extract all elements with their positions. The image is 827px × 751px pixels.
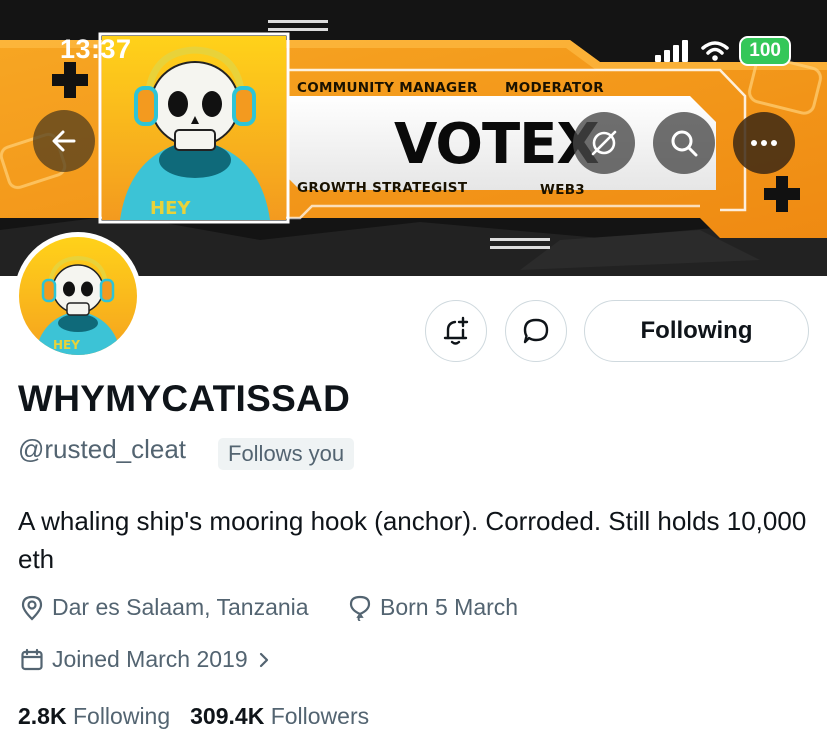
location-pin-icon [21, 595, 43, 621]
birthday-row: Born 5 March [348, 594, 518, 621]
more-options-button[interactable] [733, 112, 795, 174]
followers-stat-label: Followers [270, 703, 370, 729]
message-button[interactable] [505, 300, 567, 362]
wifi-icon [701, 41, 730, 61]
notifications-button[interactable] [425, 300, 487, 362]
joined-row[interactable]: Joined March 2019 [20, 646, 280, 673]
balloon-icon [349, 595, 371, 621]
banner-tag-growth-strategist: GROWTH STRATEGIST [297, 180, 468, 196]
banner-tag-community-manager: COMMUNITY MANAGER [297, 80, 478, 96]
following-stat-label: Following [72, 703, 171, 729]
following-button[interactable]: Following [584, 300, 809, 362]
svg-text:HEY: HEY [150, 198, 191, 219]
banner-tag-moderator: MODERATOR [505, 80, 604, 96]
location-row: Dar es Salaam, Tanzania [20, 594, 309, 621]
chevron-right-icon [259, 652, 268, 667]
status-indicators: 100 [655, 36, 791, 66]
svg-text:HEY: HEY [53, 338, 80, 352]
following-count: 2.8K [18, 703, 67, 729]
banner-tag-web3: WEB3 [540, 182, 585, 198]
followers-count: 309.4K [190, 703, 265, 729]
search-button[interactable] [653, 112, 715, 174]
avatar-image: HEY [19, 237, 137, 355]
follow-stats: 2.8K Following 309.4K Followers [18, 703, 369, 730]
search-icon [671, 130, 698, 157]
location-text: Dar es Salaam, Tanzania [52, 594, 309, 620]
status-time: 13:37 [60, 34, 132, 64]
battery-indicator: 100 [739, 36, 791, 66]
calendar-icon [21, 648, 43, 670]
more-icon [751, 140, 777, 146]
profile-bio: A whaling ship's mooring hook (anchor). … [18, 506, 807, 574]
signal-icon [655, 40, 689, 62]
unmute-button[interactable] [573, 112, 635, 174]
joined-text: Joined March 2019 [52, 646, 248, 672]
chat-bubble-icon [523, 318, 549, 344]
back-button[interactable] [33, 110, 95, 172]
profile-banner[interactable]: HEY 13:37 100 COMMUNITY MANAGER MODERATO… [0, 0, 827, 276]
following-stat[interactable]: 2.8K Following [18, 703, 170, 730]
banner-brand: VOTEX [394, 112, 600, 177]
follows-you-badge: Follows you [218, 438, 355, 470]
profile-avatar[interactable]: HEY [14, 232, 142, 360]
arrow-left-icon [52, 130, 76, 152]
user-handle: @rusted_cleat [18, 434, 187, 464]
display-name: WHYMYCATISSAD [18, 378, 351, 419]
birthday-text: Born 5 March [380, 594, 519, 620]
followers-stat[interactable]: 309.4K Followers [190, 703, 369, 730]
mute-off-icon [591, 130, 617, 156]
bell-plus-icon [443, 316, 469, 345]
